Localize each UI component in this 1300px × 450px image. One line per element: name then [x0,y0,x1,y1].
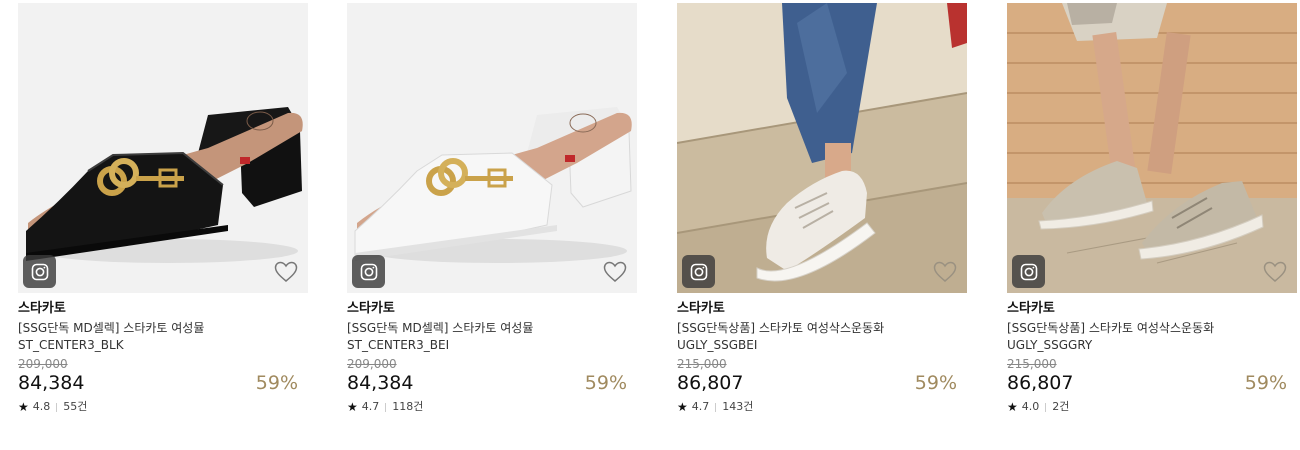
black-mule-photo [18,3,308,293]
product-image[interactable] [347,3,637,293]
sale-price: 84,384 [18,372,85,394]
product-image[interactable] [1007,3,1297,293]
white-mule-photo [347,3,637,293]
discount-rate: 59% [584,372,627,394]
rating-row: ★ 4.7 143건 [677,400,967,414]
instagram-icon[interactable] [1012,255,1045,288]
rating-row: ★ 4.0 2건 [1007,400,1297,414]
product-brand[interactable]: 스타카토 [18,301,308,317]
wishlist-heart-icon[interactable] [1263,261,1287,283]
product-name[interactable]: [SSG단독 MD셀렉] 스타카토 여성뮬 [18,320,308,337]
divider [385,402,387,412]
sneaker-against-wall-photo [1007,3,1297,293]
product-name[interactable]: [SSG단독상품] 스타카토 여성삭스운동화 [677,320,967,337]
review-count: 2건 [1052,400,1070,413]
rating-value: 4.0 [1021,400,1040,413]
discount-rate: 59% [255,372,298,394]
product-brand[interactable]: 스타카토 [1007,301,1297,317]
discount-rate: 59% [914,372,957,394]
rating-value: 4.7 [691,400,710,413]
wishlist-heart-icon[interactable] [933,261,957,283]
product-image[interactable] [677,3,967,293]
product-name[interactable]: [SSG단독 MD셀렉] 스타카토 여성뮬 [347,320,637,337]
rating-row: ★ 4.7 118건 [347,400,637,414]
product-code[interactable]: ST_CENTER3_BLK [18,337,308,354]
review-count: 55건 [63,400,88,413]
original-price: 215,000 [677,357,727,371]
product-card[interactable]: 스타카토 [SSG단독상품] 스타카토 여성삭스운동화 UGLY_SSGBEI … [677,3,967,414]
product-card[interactable]: 스타카토 [SSG단독 MD셀렉] 스타카토 여성뮬 ST_CENTER3_BE… [347,3,637,414]
original-price: 209,000 [18,357,68,371]
instagram-icon[interactable] [352,255,385,288]
product-brand[interactable]: 스타카토 [347,301,637,317]
sale-price: 84,384 [347,372,414,394]
product-code[interactable]: ST_CENTER3_BEI [347,337,637,354]
rating-row: ★ 4.8 55건 [18,400,308,414]
star-icon: ★ [18,400,29,414]
wishlist-heart-icon[interactable] [603,261,627,283]
product-code[interactable]: UGLY_SSGBEI [677,337,967,354]
product-grid: 스타카토 [SSG단독 MD셀렉] 스타카토 여성뮬 ST_CENTER3_BL… [0,0,1300,450]
divider [56,402,58,412]
sneaker-on-stairs-photo [677,3,967,293]
sale-price: 86,807 [1007,372,1074,394]
star-icon: ★ [677,400,688,414]
product-image[interactable] [18,3,308,293]
instagram-icon[interactable] [682,255,715,288]
product-name[interactable]: [SSG단독상품] 스타카토 여성삭스운동화 [1007,320,1297,337]
discount-rate: 59% [1244,372,1287,394]
divider [715,402,717,412]
product-card[interactable]: 스타카토 [SSG단독상품] 스타카토 여성삭스운동화 UGLY_SSGGRY … [1007,3,1297,414]
divider [1045,402,1047,412]
original-price: 209,000 [347,357,397,371]
wishlist-heart-icon[interactable] [274,261,298,283]
rating-value: 4.8 [32,400,51,413]
product-code[interactable]: UGLY_SSGGRY [1007,337,1297,354]
original-price: 215,000 [1007,357,1057,371]
product-brand[interactable]: 스타카토 [677,301,967,317]
sale-price: 86,807 [677,372,744,394]
review-count: 143건 [722,400,754,413]
product-card[interactable]: 스타카토 [SSG단독 MD셀렉] 스타카토 여성뮬 ST_CENTER3_BL… [18,3,308,414]
star-icon: ★ [347,400,358,414]
star-icon: ★ [1007,400,1018,414]
instagram-icon[interactable] [23,255,56,288]
rating-value: 4.7 [361,400,380,413]
review-count: 118건 [392,400,424,413]
